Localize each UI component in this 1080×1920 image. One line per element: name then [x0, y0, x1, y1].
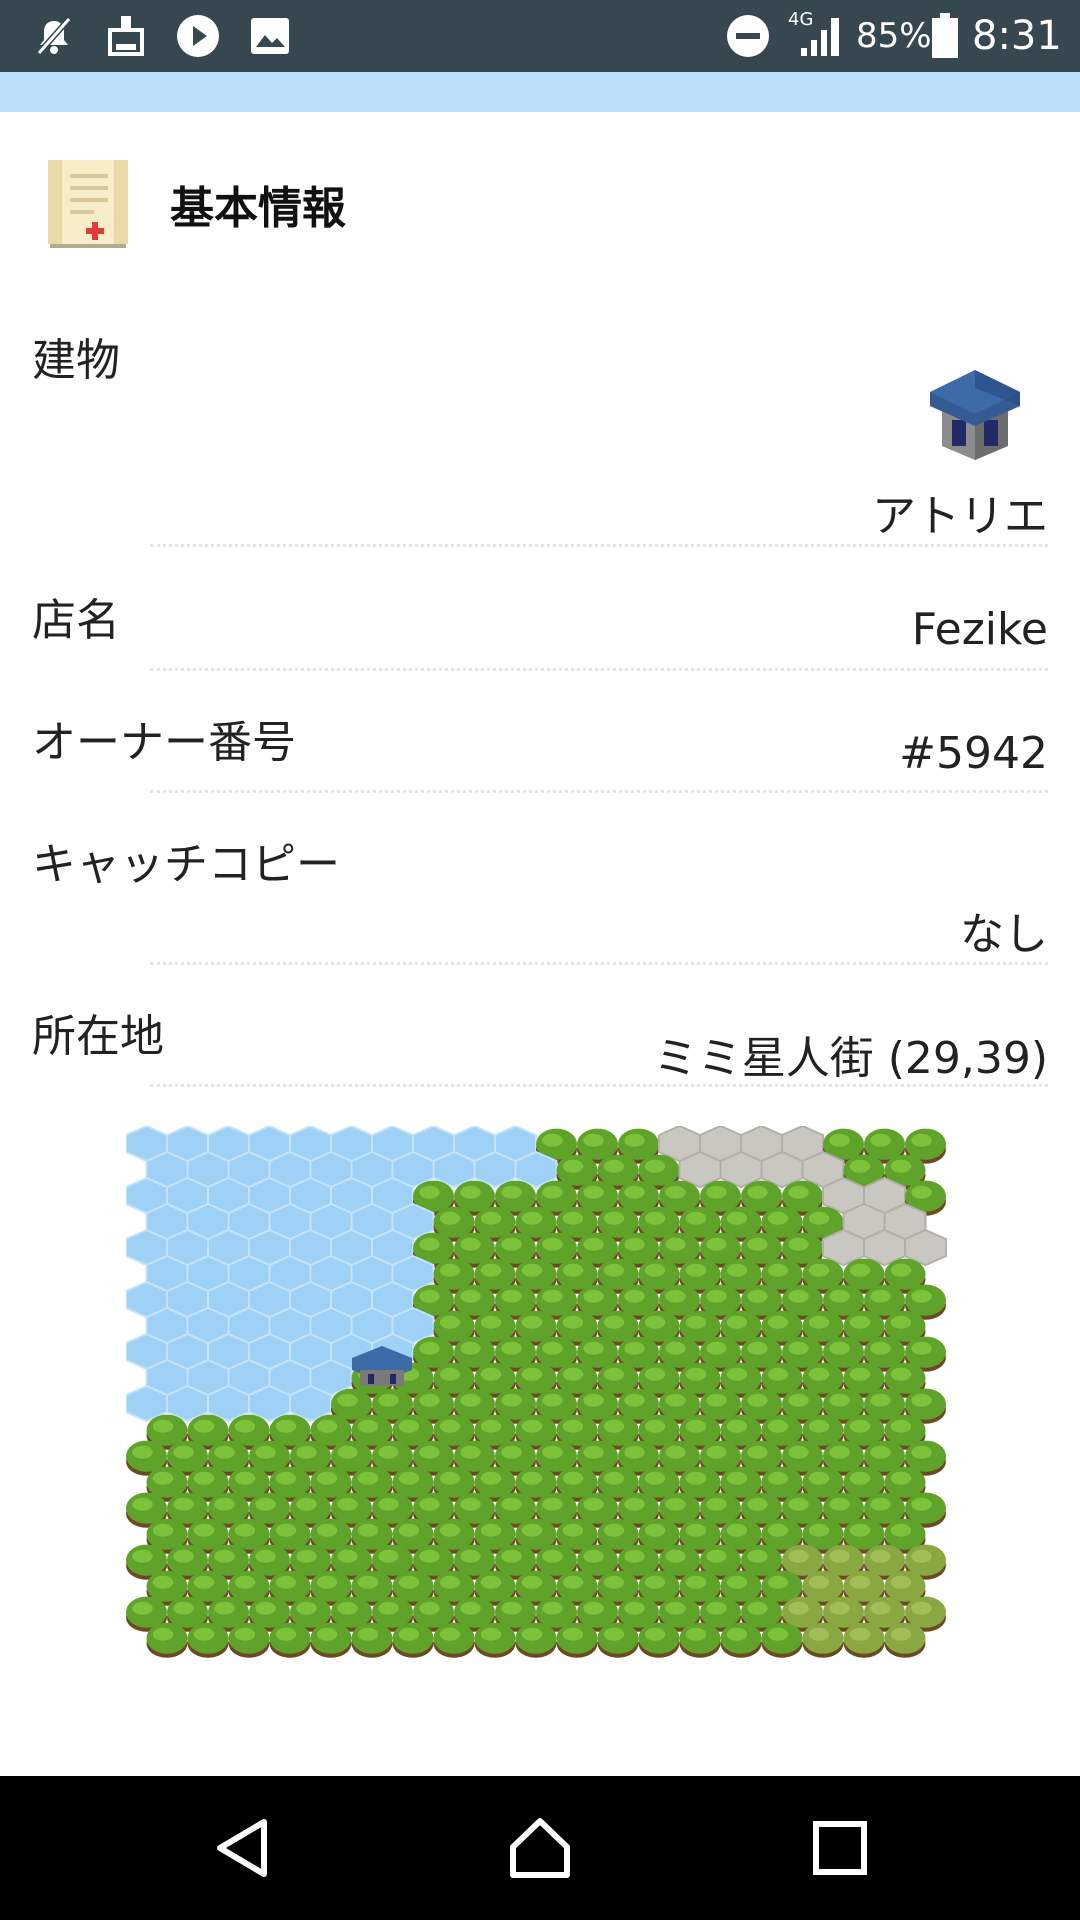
battery-icon	[930, 13, 960, 58]
do-not-disturb-icon	[724, 14, 772, 58]
row-divider	[150, 544, 1048, 547]
notifications-off-icon	[30, 14, 78, 58]
play-icon	[174, 14, 222, 58]
battery-percent: 85%	[856, 16, 932, 56]
row-label-building: 建物	[32, 335, 120, 386]
row-label-shop-name: 店名	[32, 595, 120, 646]
row-divider	[150, 668, 1048, 671]
toolbar-band	[0, 72, 1080, 112]
status-bar: 4G 85% 8:31	[0, 0, 1080, 72]
location-map[interactable]	[125, 1124, 948, 1662]
row-label-owner-number: オーナー番号	[32, 717, 296, 768]
home-icon[interactable]	[504, 1812, 576, 1884]
row-value-shop-name: Fezike	[911, 604, 1048, 655]
signal-icon	[796, 14, 844, 58]
row-value-owner-number: #5942	[899, 728, 1048, 779]
image-icon	[246, 14, 294, 58]
row-value-building: アトリエ	[872, 491, 1048, 542]
scroll-icon	[44, 156, 136, 256]
section-header: 基本情報	[0, 112, 1080, 302]
cleaner-icon	[102, 14, 150, 58]
row-label-catchphrase: キャッチコピー	[32, 839, 340, 890]
row-divider	[150, 1084, 1048, 1087]
clock: 8:31	[972, 13, 1062, 59]
page-title: 基本情報	[170, 183, 346, 234]
building-icon	[922, 362, 1028, 462]
row-value-catchphrase: なし	[960, 909, 1048, 960]
back-icon[interactable]	[206, 1812, 278, 1884]
row-label-location: 所在地	[32, 1011, 164, 1062]
row-value-location: ミミ星人街 (29,39)	[653, 1033, 1048, 1084]
row-divider	[150, 962, 1048, 965]
navigation-bar	[0, 1776, 1080, 1920]
recents-icon[interactable]	[804, 1812, 876, 1884]
hex-map-thumbnail	[125, 1124, 948, 1662]
row-divider	[150, 790, 1048, 793]
